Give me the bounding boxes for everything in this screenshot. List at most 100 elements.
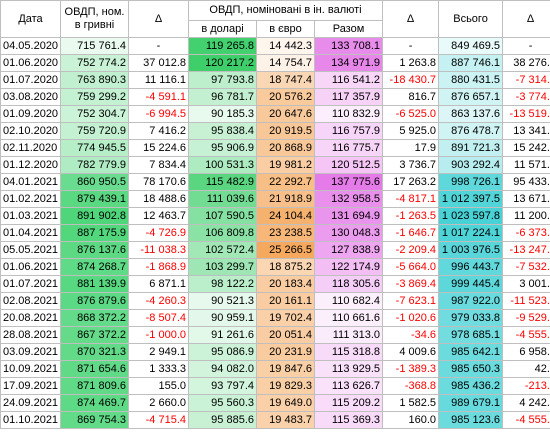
cell-total-fx: 130 048.3	[313, 224, 384, 242]
cell-uah: 887 175.9	[60, 224, 129, 242]
cell-date: 03.08.2020	[0, 88, 61, 106]
cell-delta-fx: -1 263.5	[382, 207, 440, 225]
cell-total-fx: 116 541.2	[313, 71, 384, 89]
cell-all: 863 137.6	[438, 105, 504, 123]
cell-all: 996 443.7	[438, 258, 504, 276]
cell-uah: 879 439.1	[60, 190, 129, 208]
cell-eur: 19 847.6	[256, 360, 315, 378]
cell-delta-fx: -3 869.4	[382, 275, 440, 293]
table-row: 01.02.2021 879 439.1 18 488.6 111 039.6 21 9…	[0, 190, 550, 208]
cell-eur: 19 702.4	[256, 309, 315, 327]
cell-uah: 759 299.2	[60, 88, 129, 106]
cell-delta-fx: -7 623.1	[382, 292, 440, 310]
cell-delta-all: -3 774.4	[502, 88, 550, 106]
header-delta-fx: Δ	[382, 0, 440, 38]
cell-date: 03.09.2021	[0, 343, 61, 361]
cell-usd: 94 082.0	[188, 360, 257, 378]
table-row: 01.09.2020 752 304.7 -6 994.5 90 185.3 20 64…	[0, 105, 550, 123]
cell-eur: 19 981.2	[256, 156, 315, 174]
header-eur: в євро	[256, 20, 315, 38]
cell-delta-all: 11 571.1	[502, 156, 550, 174]
cell-usd: 95 560.3	[188, 394, 257, 412]
cell-date: 05.05.2021	[0, 241, 61, 259]
cell-delta-fx: -18 430.7	[382, 71, 440, 89]
cell-date: 04.01.2021	[0, 173, 61, 191]
cell-uah: 774 945.5	[60, 139, 129, 157]
cell-delta-all: 11 200.2	[502, 207, 550, 225]
cell-usd: 95 906.9	[188, 139, 257, 157]
cell-delta-all: -11 523.4	[502, 292, 550, 310]
cell-usd: 107 590.5	[188, 207, 257, 225]
cell-all: 985 123.6	[438, 411, 504, 429]
cell-usd: 119 265.8	[188, 37, 257, 55]
cell-uah: 871 654.6	[60, 360, 129, 378]
cell-total-fx: 127 838.9	[313, 241, 384, 259]
cell-total-fx: 115 209.2	[313, 394, 384, 412]
cell-all: 978 685.1	[438, 326, 504, 344]
cell-total-fx: 116 757.9	[313, 122, 384, 140]
cell-delta-all: 3 001.7	[502, 275, 550, 293]
table-row: 03.08.2020 759 299.2 -4 591.1 96 781.7 20 57…	[0, 88, 550, 106]
cell-delta-fx: -2 209.4	[382, 241, 440, 259]
cell-all: 876 478.7	[438, 122, 504, 140]
table-row: 01.12.2020 782 779.9 7 834.4 100 531.3 19 98…	[0, 156, 550, 174]
cell-all: 985 642.1	[438, 343, 504, 361]
cell-total-fx: 131 694.9	[313, 207, 384, 225]
table-row: 17.09.2021 871 809.6 155.0 93 797.4 19 829.3…	[0, 377, 550, 395]
cell-uah: 876 137.6	[60, 241, 129, 259]
cell-delta-all: -213.8	[502, 377, 550, 395]
table-row: 01.07.2021 881 139.9 6 871.1 98 122.2 20 183…	[0, 275, 550, 293]
cell-usd: 90 521.3	[188, 292, 257, 310]
cell-all: 1 003 976.5	[438, 241, 504, 259]
cell-eur: 18 875.2	[256, 258, 315, 276]
cell-uah: 715 761.4	[60, 37, 129, 55]
cell-delta-fx: -	[382, 37, 440, 55]
cell-delta-fx: 17.9	[382, 139, 440, 157]
cell-uah: 763 890.3	[60, 71, 129, 89]
cell-delta-uah: 2 949.1	[128, 343, 189, 361]
cell-delta-fx: 160.0	[382, 411, 440, 429]
cell-delta-fx: 1 582.5	[382, 394, 440, 412]
cell-usd: 90 185.3	[188, 105, 257, 123]
cell-usd: 95 838.4	[188, 122, 257, 140]
cell-all: 998 726.1	[438, 173, 504, 191]
cell-eur: 19 483.7	[256, 411, 315, 429]
cell-total-fx: 111 313.0	[313, 326, 384, 344]
table-row: 02.08.2021 876 879.6 -4 260.3 90 521.3 20 16…	[0, 292, 550, 310]
header-delta-all: Δ	[502, 0, 550, 38]
cell-eur: 20 161.1	[256, 292, 315, 310]
cell-uah: 759 720.9	[60, 122, 129, 140]
cell-uah: 871 809.6	[60, 377, 129, 395]
cell-delta-uah: 37 012.8	[128, 54, 189, 72]
cell-delta-fx: 17 263.2	[382, 173, 440, 191]
cell-date: 01.04.2021	[0, 224, 61, 242]
cell-total-fx: 116 775.7	[313, 139, 384, 157]
cell-usd: 93 797.4	[188, 377, 257, 395]
cell-total-fx: 122 174.9	[313, 258, 384, 276]
cell-delta-all: 38 276.5	[502, 54, 550, 72]
cell-delta-all: -13 519.5	[502, 105, 550, 123]
cell-delta-fx: 816.7	[382, 88, 440, 106]
cell-all: 876 657.1	[438, 88, 504, 106]
header-usd: в доларі	[188, 20, 257, 38]
cell-delta-all: 42.1	[502, 360, 550, 378]
cell-delta-all: 13 671.5	[502, 190, 550, 208]
cell-delta-all: -9 529.9	[502, 309, 550, 327]
cell-date: 02.10.2020	[0, 122, 61, 140]
cell-delta-uah: 7 834.4	[128, 156, 189, 174]
cell-delta-uah: -4 591.1	[128, 88, 189, 106]
cell-usd: 90 959.1	[188, 309, 257, 327]
cell-date: 01.10.2021	[0, 411, 61, 429]
cell-date: 01.03.2021	[0, 207, 61, 225]
header-fx-group: ОВДП, номіновані в ін. валюті	[187, 0, 384, 21]
table-row: 01.06.2020 752 774.2 37 012.8 120 217.2 14 7…	[0, 54, 550, 72]
cell-total-fx: 132 958.5	[313, 190, 384, 208]
cell-total-fx: 113 929.5	[313, 360, 384, 378]
cell-delta-uah: 7 416.2	[128, 122, 189, 140]
cell-delta-all: -13 247.6	[502, 241, 550, 259]
cell-total-fx: 137 775.6	[313, 173, 384, 191]
cell-total-fx: 110 682.4	[313, 292, 384, 310]
cell-date: 24.09.2021	[0, 394, 61, 412]
cell-uah: 860 950.5	[60, 173, 129, 191]
cell-uah: 870 321.3	[60, 343, 129, 361]
